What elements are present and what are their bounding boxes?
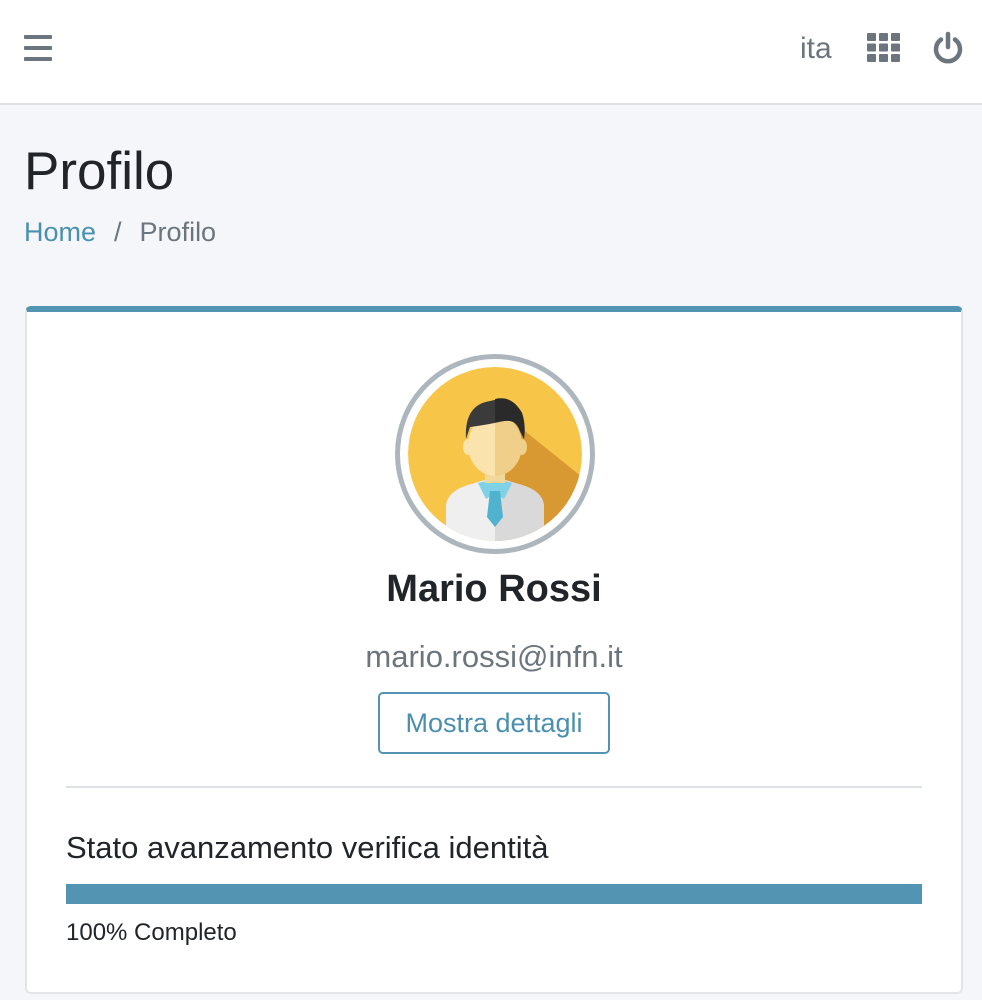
power-icon[interactable] — [931, 31, 965, 65]
grid-apps-icon[interactable] — [867, 33, 900, 62]
page-title: Profilo — [24, 142, 175, 201]
avatar — [395, 354, 595, 554]
user-avatar-icon — [408, 367, 582, 541]
verification-progress-label: 100% Completo — [66, 919, 237, 946]
breadcrumb-separator: / — [114, 217, 122, 247]
profile-card: Mario Rossi mario.rossi@infn.it Mostra d… — [25, 306, 963, 994]
verification-progress-title: Stato avanzamento verifica identità — [66, 830, 549, 865]
breadcrumb-home-link[interactable]: Home — [24, 214, 96, 250]
breadcrumb-current: Profilo — [139, 217, 217, 247]
language-selector[interactable]: ita — [800, 30, 832, 68]
user-name: Mario Rossi — [386, 568, 602, 610]
hamburger-menu-icon[interactable] — [24, 35, 52, 61]
verification-progress-bar — [66, 884, 922, 904]
divider — [66, 786, 922, 788]
show-details-button[interactable]: Mostra dettagli — [378, 692, 610, 754]
breadcrumb: Home / Profilo — [24, 214, 216, 250]
user-email: mario.rossi@infn.it — [365, 639, 623, 674]
top-navbar: ita — [0, 0, 982, 105]
verification-progress-fill — [66, 884, 922, 904]
